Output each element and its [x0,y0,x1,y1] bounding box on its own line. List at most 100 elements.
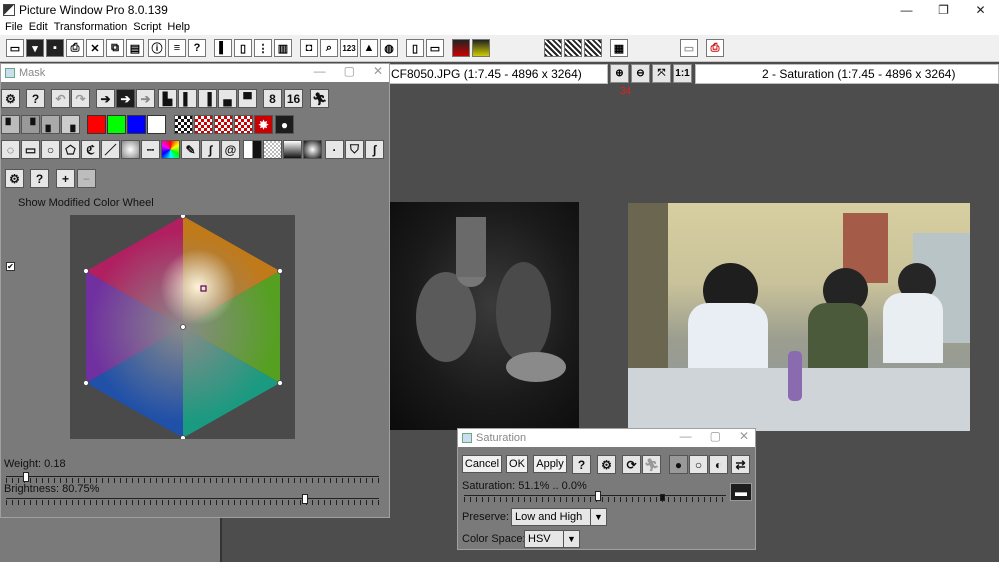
actual-size-button[interactable]: 1:1 [673,64,692,83]
close-doc-icon[interactable]: ✕ [86,39,104,57]
tone-d-icon[interactable]: ▗ [61,115,80,134]
dash-line-icon[interactable]: ┄ [141,140,160,159]
saturation-minimize-icon[interactable]: — [680,429,692,443]
chevron-down-icon[interactable]: ▼ [563,531,579,547]
remove-point-icon[interactable]: − [77,169,96,188]
mask-help-icon[interactable]: ? [26,89,45,108]
gradient-radial-icon[interactable] [121,140,140,159]
saturation-help-icon[interactable]: ? [572,455,591,474]
linear-gradient-icon[interactable] [283,140,302,159]
spiral-icon[interactable]: @ [221,140,240,159]
mask-close-icon[interactable]: ✕ [373,64,383,78]
preserve-select[interactable]: Low and High ▼ [511,508,607,526]
print-red-icon[interactable]: ⎙ [706,39,724,57]
shape-icon[interactable]: ⛉ [345,140,364,159]
tone-b-icon[interactable]: ▝ [21,115,40,134]
numbers-icon[interactable]: 123 [340,39,358,57]
brightness-slider[interactable] [6,494,379,506]
circle-outline-icon[interactable]: ○ [689,455,708,474]
add-point-icon[interactable]: + [56,169,75,188]
saturation-close-icon[interactable]: ✕ [739,429,749,443]
pattern-a-icon[interactable] [544,39,562,57]
brush-icon[interactable]: ／ [101,140,120,159]
layout-panel-icon[interactable]: ▥ [274,39,292,57]
zoom-in-icon[interactable]: ⊕ [610,64,629,83]
bit-16-button[interactable]: 16 [284,89,303,108]
undo-icon[interactable]: ↶ [51,89,70,108]
saturation-slider[interactable] [464,491,726,503]
monitor-icon[interactable]: ▭ [680,39,698,57]
mask-settings-icon[interactable]: ⚙ [1,89,20,108]
ellipse-icon[interactable]: ○ [41,140,60,159]
weight-slider-thumb[interactable] [23,472,29,482]
mouse-icon[interactable]: ◘ [300,39,318,57]
red-mask-icon[interactable]: ✸ [254,115,273,134]
split-vertical-icon[interactable]: ▯ [406,39,424,57]
ok-button[interactable]: OK [506,455,528,473]
grid-icon[interactable]: ▦ [610,39,628,57]
paste-icon[interactable]: ▤ [126,39,144,57]
wheel-node[interactable] [180,213,186,219]
mask-preview-image[interactable] [386,202,579,430]
wheel-node[interactable] [83,380,89,386]
open-icon[interactable]: ▭ [6,39,24,57]
run-disabled-icon[interactable]: 🏃︎ [642,455,661,474]
half-mask-b-icon[interactable]: ▀ [238,89,257,108]
menu-transformation[interactable]: Transformation [54,21,128,33]
preview-toggle-icon[interactable]: ▬ [730,483,752,501]
saturation-slider-thumb-dark[interactable] [660,494,665,501]
arrow-right-icon[interactable]: ➔ [96,89,115,108]
yellow-channel-icon[interactable] [472,39,490,57]
swap-icon[interactable]: ⇄ [731,455,750,474]
bit-8-button[interactable]: 8 [263,89,282,108]
run-icon[interactable]: 🏃︎ [310,89,329,108]
saturation-settings-icon[interactable]: ⚙ [597,455,616,474]
color-wheel-graphic[interactable] [70,213,295,441]
checker-red-icon[interactable] [194,115,213,134]
split-mask-b-icon[interactable]: ▐ [198,89,217,108]
point-icon[interactable]: · [325,140,344,159]
wheel-help-icon[interactable]: ? [30,169,49,188]
wheel-settings-icon[interactable]: ⚙ [5,169,24,188]
split-horizontal-icon[interactable]: ▭ [426,39,444,57]
split-mask-icon[interactable]: ▌ [178,89,197,108]
copy-icon[interactable]: ⧉ [106,39,124,57]
chevron-down-icon[interactable]: ▼ [590,509,606,525]
wheel-center-node[interactable] [180,324,186,330]
minimize-icon[interactable]: — [888,0,925,19]
rectangle-icon[interactable]: ▭ [21,140,40,159]
redo-icon[interactable]: ↷ [71,89,90,108]
circle-mask-icon[interactable]: ● [275,115,294,134]
saturation-maximize-icon[interactable]: ▢ [710,429,721,443]
brightness-slider-thumb[interactable] [302,494,308,504]
print-icon[interactable]: ⎙ [66,39,84,57]
layout-left-icon[interactable]: ▌ [214,39,232,57]
curve-icon[interactable]: ∫ [201,140,220,159]
mask-maximize-icon[interactable]: ▢ [344,64,355,78]
wheel-node[interactable] [277,268,283,274]
freehand-icon[interactable]: ℭ [81,140,100,159]
menu-help[interactable]: Help [167,21,190,33]
color-wheel[interactable] [70,213,295,441]
circle-half-icon[interactable]: ◐ [709,455,728,474]
wheel-node[interactable] [180,435,186,441]
close-icon[interactable]: ✕ [962,0,999,19]
list-icon[interactable]: ≡ [168,39,186,57]
red-channel-icon[interactable] [452,39,470,57]
lasso-icon[interactable]: ◌ [1,140,20,159]
s-curve-icon[interactable]: ʃ [365,140,384,159]
mask-minimize-icon[interactable]: — [314,64,326,78]
mask-from-image-icon[interactable]: ▙ [158,89,177,108]
histogram-icon[interactable]: ▲ [360,39,378,57]
swatch-red[interactable] [87,115,106,134]
arrow-right-gray-icon[interactable]: ➔ [136,89,155,108]
menu-edit[interactable]: Edit [29,21,48,33]
help-icon[interactable]: ? [188,39,206,57]
tone-c-icon[interactable]: ▖ [41,115,60,134]
wheel-node[interactable] [83,268,89,274]
swatch-green[interactable] [107,115,126,134]
tone-a-icon[interactable]: ▘ [1,115,20,134]
refresh-icon[interactable]: ⟳ [622,455,641,474]
wheel-node[interactable] [277,380,283,386]
pattern-c-icon[interactable] [584,39,602,57]
